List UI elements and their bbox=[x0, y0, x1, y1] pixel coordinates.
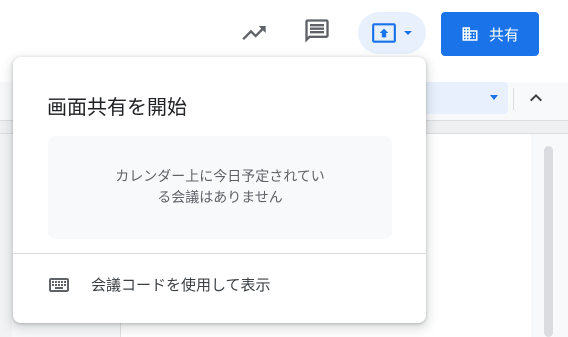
page: 共有 画面共有を開始 カレンダー上に今日予定されてい る会議はありません 会議コ… bbox=[0, 0, 568, 337]
present-to-all-icon bbox=[372, 23, 396, 43]
comment-icon bbox=[305, 19, 329, 43]
share-button-label: 共有 bbox=[488, 25, 519, 44]
chevron-up-icon bbox=[530, 94, 542, 102]
no-meetings-message-line1: カレンダー上に今日予定されてい bbox=[115, 168, 325, 185]
domain-building-icon bbox=[462, 27, 478, 41]
present-button[interactable] bbox=[358, 12, 426, 54]
toolbar-divider bbox=[513, 88, 514, 110]
background-dropdown[interactable] bbox=[420, 82, 508, 114]
share-button[interactable]: 共有 bbox=[441, 12, 539, 56]
keyboard-icon bbox=[49, 277, 69, 292]
dropdown-caret-icon bbox=[490, 95, 498, 100]
popup-title: 画面共有を開始 bbox=[47, 95, 187, 119]
comment-history-button[interactable] bbox=[299, 13, 335, 49]
activity-dashboard-button[interactable] bbox=[236, 15, 272, 51]
meeting-code-label: 会議コードを使用して表示 bbox=[91, 276, 271, 294]
no-meetings-box: カレンダー上に今日予定されてい る会議はありません bbox=[48, 136, 392, 239]
left-margin-strip bbox=[0, 134, 12, 337]
present-with-meeting-code-item[interactable]: 会議コードを使用して表示 bbox=[13, 254, 426, 315]
no-meetings-message-line2: る会議はありません bbox=[157, 189, 283, 206]
trending-up-icon bbox=[242, 26, 266, 40]
present-menu-popup: 画面共有を開始 カレンダー上に今日予定されてい る会議はありません 会議コードを… bbox=[13, 57, 426, 323]
collapse-toolbar-button[interactable] bbox=[524, 86, 548, 110]
caret-down-icon bbox=[404, 31, 412, 35]
no-meetings-message: カレンダー上に今日予定されてい る会議はありません bbox=[115, 167, 325, 209]
scrollbar-thumb[interactable] bbox=[544, 146, 553, 337]
